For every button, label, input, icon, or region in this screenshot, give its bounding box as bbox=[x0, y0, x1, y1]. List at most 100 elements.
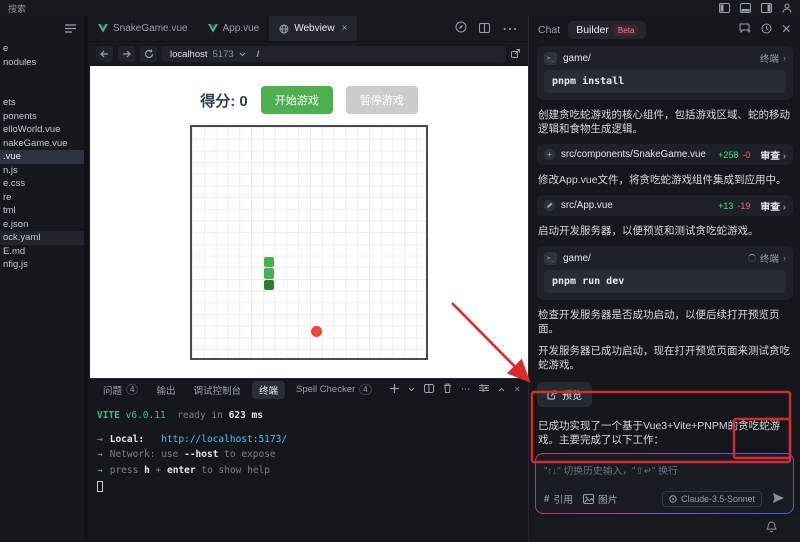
explorer-menu-icon[interactable] bbox=[65, 20, 76, 38]
tab-problems[interactable]: 问题4 bbox=[96, 381, 145, 399]
file-tree-item[interactable]: e.css bbox=[0, 177, 84, 191]
send-icon[interactable] bbox=[772, 492, 785, 507]
open-terminal-link[interactable]: 终端› bbox=[760, 51, 786, 65]
more-icon[interactable]: ⋯ bbox=[461, 384, 471, 395]
game-board[interactable] bbox=[190, 125, 428, 360]
maximize-panel-icon[interactable] bbox=[498, 384, 505, 395]
terminal-prompt-icon: >_ bbox=[544, 52, 557, 65]
tab-app-vue[interactable]: App.vue bbox=[198, 16, 270, 41]
new-terminal-icon[interactable] bbox=[390, 384, 399, 396]
score-value: 0 bbox=[239, 93, 247, 110]
terminal-prompt-icon: >_ bbox=[544, 252, 557, 265]
tab-terminal[interactable]: 终端 bbox=[252, 381, 285, 399]
search-label[interactable]: 搜索 bbox=[8, 2, 26, 15]
chat-input-container: #引用 图片 Claude-3.5-Sonnet bbox=[535, 453, 794, 514]
tab-spell-checker[interactable]: Spell Checker4 bbox=[289, 382, 379, 397]
file-tree-item[interactable]: re bbox=[0, 191, 84, 205]
tab-chat[interactable]: Chat bbox=[538, 24, 560, 36]
file-tree-item[interactable]: E.md bbox=[0, 245, 84, 259]
file-tree-item[interactable]: ponents bbox=[0, 110, 84, 124]
tab-output[interactable]: 输出 bbox=[149, 381, 182, 399]
file-tree-item[interactable]: elloWorld.vue bbox=[0, 123, 84, 137]
terminal-layout-icon[interactable] bbox=[479, 384, 489, 395]
status-strip bbox=[529, 516, 800, 542]
food-dot bbox=[311, 326, 322, 337]
split-editor-icon[interactable] bbox=[479, 20, 490, 38]
split-terminal-icon[interactable] bbox=[424, 384, 434, 396]
command-text[interactable]: pnpm run dev bbox=[544, 270, 786, 293]
compass-icon[interactable] bbox=[455, 20, 467, 38]
file-tree-item[interactable]: e bbox=[0, 42, 84, 56]
reference-button[interactable]: #引用 bbox=[544, 492, 573, 506]
command-text[interactable]: pnpm install bbox=[544, 70, 786, 93]
back-icon[interactable] bbox=[96, 46, 113, 62]
review-link[interactable]: 审查 › bbox=[760, 148, 786, 162]
chat-message-list: >_ game/ 终端› pnpm install 创建贪吃蛇游戏的核心组件，包… bbox=[529, 44, 800, 478]
file-tree-item[interactable]: ock.yaml bbox=[0, 231, 84, 245]
chat-input[interactable] bbox=[544, 466, 785, 477]
file-tree-item[interactable]: nodules bbox=[0, 56, 84, 70]
open-terminal-link[interactable]: 终端› bbox=[748, 251, 786, 265]
snake-body bbox=[264, 268, 274, 278]
assistant-message: 创建贪吃蛇游戏的核心组件，包括游戏区域、蛇的移动逻辑和食物生成逻辑。 bbox=[538, 108, 792, 136]
file-diff-card[interactable]: src/App.vue +13-19 审查 › bbox=[537, 195, 793, 216]
assistant-message: 开发服务器已成功启动，现在打开预览页面来测试贪吃蛇游戏。 bbox=[538, 344, 792, 372]
toggle-right-panel-icon[interactable] bbox=[761, 3, 772, 13]
file-tree-item[interactable]: tml bbox=[0, 204, 84, 218]
snake-body bbox=[264, 257, 274, 267]
address-input[interactable]: localhost 5173 / bbox=[162, 46, 506, 62]
model-selector[interactable]: Claude-3.5-Sonnet bbox=[662, 491, 762, 507]
arrow-icon: → bbox=[97, 449, 103, 460]
file-tree-item[interactable]: nfig.js bbox=[0, 258, 84, 272]
terminal-output[interactable]: VITE v6.0.11 ready in 623 ms →Local: htt… bbox=[88, 400, 528, 492]
open-external-icon[interactable] bbox=[511, 45, 520, 63]
file-tree-item[interactable]: nakeGame.vue bbox=[0, 137, 84, 151]
spell-count-badge: 4 bbox=[359, 384, 371, 395]
kill-terminal-icon[interactable] bbox=[443, 383, 452, 396]
toggle-bottom-panel-icon[interactable] bbox=[740, 3, 751, 13]
close-panel-icon[interactable]: × bbox=[514, 384, 520, 395]
bottom-panel: 问题4 输出 调试控制台 终端 Spell Checker4 ⋯ × VITE … bbox=[88, 378, 528, 542]
app-window: 搜索 e nodules ets ponents elloWorld.vue n… bbox=[0, 0, 800, 542]
pause-game-button[interactable]: 暂停游戏 bbox=[346, 86, 418, 114]
file-add-icon: + bbox=[544, 149, 555, 160]
file-tree-item[interactable]: ets bbox=[0, 96, 84, 110]
tab-debug-console[interactable]: 调试控制台 bbox=[186, 381, 248, 399]
refresh-icon[interactable] bbox=[140, 46, 157, 62]
review-link[interactable]: 审查 › bbox=[760, 199, 786, 213]
tab-snakegame-vue[interactable]: SnakeGame.vue bbox=[88, 16, 198, 41]
file-tree-item[interactable]: n.js bbox=[0, 164, 84, 178]
local-url-link[interactable]: http://localhost:5173/ bbox=[161, 434, 287, 445]
assistant-message: 检查开发服务器是否成功启动，以便后续打开预览页面。 bbox=[538, 308, 792, 336]
file-tree-gap bbox=[0, 69, 84, 96]
tab-builder[interactable]: Builder Beta bbox=[568, 21, 646, 39]
history-icon[interactable] bbox=[761, 21, 772, 39]
file-tree-item-selected[interactable]: .vue bbox=[0, 150, 84, 164]
file-tree-item[interactable]: e.json bbox=[0, 218, 84, 232]
preview-link-icon bbox=[547, 390, 557, 400]
image-button[interactable]: 图片 bbox=[583, 492, 618, 506]
chevron-down-icon[interactable] bbox=[239, 52, 246, 57]
new-chat-icon[interactable] bbox=[739, 21, 751, 39]
assistant-message: 已成功实现了一个基于Vue3+Vite+PNPM的贪吃蛇游戏。主要完成了以下工作… bbox=[538, 419, 792, 447]
file-explorer: e nodules ets ponents elloWorld.vue nake… bbox=[0, 16, 84, 542]
arrow-icon: → bbox=[97, 434, 103, 445]
close-tab-icon[interactable]: × bbox=[342, 23, 348, 34]
preview-button[interactable]: 预览 bbox=[537, 382, 592, 407]
forward-icon[interactable] bbox=[118, 46, 135, 62]
tab-webview[interactable]: Webview × bbox=[269, 16, 357, 41]
image-icon bbox=[583, 494, 594, 504]
model-icon bbox=[669, 495, 677, 503]
terminal-command-card: >_ game/ 终端› pnpm install bbox=[537, 46, 793, 100]
title-bar: 搜索 bbox=[0, 0, 800, 16]
terminal-command-card: >_ game/ 终端› pnpm run dev bbox=[537, 246, 793, 300]
start-game-button[interactable]: 开始游戏 bbox=[261, 86, 333, 114]
terminal-dropdown-icon[interactable] bbox=[408, 384, 415, 395]
file-diff-card[interactable]: + src/components/SnakeGame.vue +258-0 审查… bbox=[537, 144, 793, 165]
toggle-left-panel-icon[interactable] bbox=[719, 3, 730, 13]
more-actions-icon[interactable]: ⋯ bbox=[502, 19, 518, 39]
account-icon[interactable] bbox=[782, 3, 792, 13]
close-chat-icon[interactable]: × bbox=[782, 21, 791, 39]
notification-bell-icon[interactable] bbox=[766, 520, 777, 538]
score-text: 得分: 0 bbox=[200, 90, 248, 111]
